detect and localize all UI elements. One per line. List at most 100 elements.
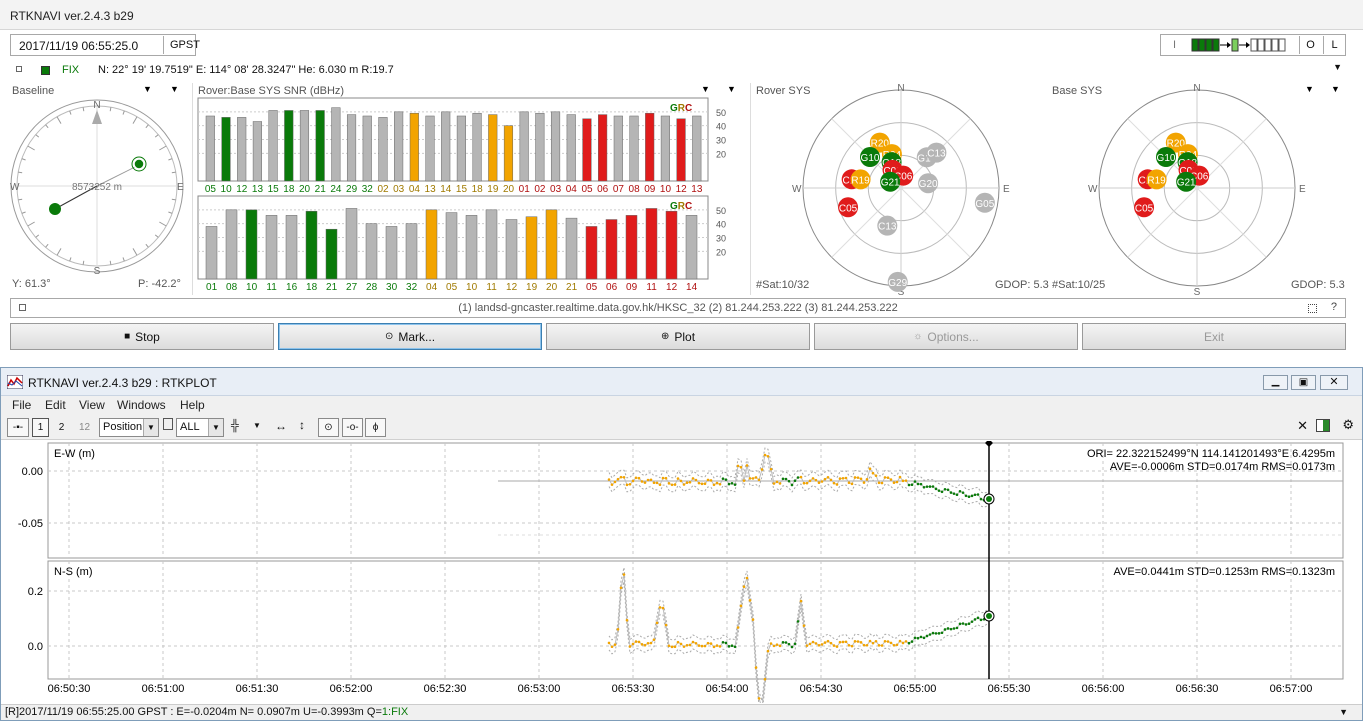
fit-horizontal-icon[interactable]: ↔	[275, 419, 287, 433]
connect-icon[interactable]: -▪-	[7, 418, 29, 437]
snr-rover-panel: 5040302005 10 12 13 15 18 20 21 24 29 32 02 03 04 13 14…	[197, 97, 726, 195]
sky-dir-w: W	[792, 184, 802, 195]
chevron-down-icon[interactable]: ▼	[1339, 705, 1348, 720]
baseline-distance: 8573252 m	[72, 182, 122, 193]
center-origin-icon[interactable]: ⊙	[318, 418, 339, 437]
snr-label: 09	[626, 282, 638, 293]
snr-bar	[676, 118, 686, 182]
plot-icon: ⊕	[660, 331, 670, 342]
status-text: [R]2017/11/19 06:55:25.00 GPST : E=-0.02…	[5, 706, 382, 718]
snr-bar	[378, 117, 388, 182]
input-stream-button[interactable]: I	[1173, 39, 1176, 51]
ns-trace-point	[928, 633, 932, 636]
x-tick: 06:53:00	[518, 683, 561, 695]
snr-tick: 30	[716, 234, 726, 244]
resize-icon[interactable]	[1308, 304, 1317, 313]
help-button[interactable]: ?	[1331, 301, 1337, 313]
ns-trace-point	[874, 639, 878, 643]
snr-bar	[425, 115, 435, 182]
ns-trace-point	[880, 644, 884, 647]
snr-legend-item: C	[685, 201, 692, 212]
frequency-icon[interactable]	[163, 418, 173, 430]
minimize-button[interactable]: ▁	[1263, 375, 1288, 390]
chevron-down-icon[interactable]: ▼	[143, 84, 152, 94]
menu-file[interactable]: File	[12, 398, 31, 412]
close-icon[interactable]: ✕	[1297, 418, 1308, 434]
snr-label: 18	[283, 184, 295, 195]
exit-button[interactable]: Exit	[1082, 323, 1346, 350]
sky-dir-e: E	[1003, 184, 1010, 195]
ns-trace-point	[703, 644, 707, 648]
snr-bar	[488, 114, 498, 182]
crosshair-icon[interactable]: ╬	[231, 420, 239, 432]
satellite-select[interactable]: ALL ▼	[176, 418, 224, 437]
menu-windows[interactable]: Windows	[117, 398, 166, 412]
ew-trace-point	[934, 487, 938, 491]
ew-trace-point	[769, 467, 773, 471]
mark-button[interactable]: ⊙ Mark...	[278, 323, 542, 350]
ns-trace-point	[919, 635, 923, 639]
maximize-button[interactable]: ▣	[1291, 375, 1316, 390]
plot12-button[interactable]: 12	[76, 418, 93, 437]
ns-trace-point	[835, 645, 839, 648]
snr-label: 20	[546, 282, 558, 293]
chevron-down-icon[interactable]: ▼	[727, 84, 736, 94]
snr-label: 04	[566, 184, 578, 195]
fix-center-icon[interactable]: ϕ	[365, 418, 386, 437]
time-system[interactable]: GPST	[163, 36, 200, 54]
ew-trace-point	[607, 478, 611, 481]
menu-view[interactable]: View	[79, 398, 105, 412]
plot-toolbar: -▪- 1 2 12 Position ▼ ALL ▼ ╬ ▼ ↔ ↕ ⊙ -o- …	[1, 414, 1362, 440]
options-button[interactable]: ☼ Options...	[814, 323, 1078, 350]
stop-button[interactable]: ■ Stop	[10, 323, 274, 350]
snr-label: 10	[246, 282, 258, 293]
ew-trace-point	[682, 483, 686, 486]
time-display[interactable]: 2017/11/19 06:55:25.0 GPST	[10, 34, 200, 56]
snr-bar	[237, 117, 247, 182]
ns-trace-point	[856, 640, 860, 643]
ns-trace-point	[967, 622, 971, 626]
close-button[interactable]: ✕	[1320, 375, 1348, 390]
snr-label: 10	[660, 184, 672, 195]
snr-bar	[315, 110, 325, 182]
plot-type-select[interactable]: Position ▼	[99, 418, 159, 437]
ew-trace-point	[862, 481, 866, 484]
menu-edit[interactable]: Edit	[45, 398, 66, 412]
ew-trace-point	[610, 483, 614, 486]
animate-icon[interactable]	[1316, 419, 1330, 432]
plot-button[interactable]: ⊕ Plot	[546, 323, 810, 350]
snr-label: 21	[326, 282, 338, 293]
ew-trace-point	[949, 491, 953, 494]
ns-trace-point	[877, 644, 881, 647]
chevron-down-icon[interactable]: ▼	[701, 84, 710, 94]
plot1-button[interactable]: 1	[32, 418, 49, 437]
output-stream-button[interactable]: O	[1299, 36, 1321, 54]
solution-status: FIX	[62, 64, 80, 76]
chevron-down-icon[interactable]: ▼	[1333, 62, 1342, 72]
ew-trace-point	[940, 490, 944, 494]
snr-bar	[585, 226, 598, 280]
ns-trace-point	[739, 604, 743, 608]
ns-trace-point	[751, 618, 755, 621]
status-bar: [R]2017/11/19 06:55:25.00 GPST : E=-0.02…	[1, 704, 1362, 720]
ns-trace-point	[925, 634, 929, 638]
track-point-icon[interactable]: -o-	[342, 418, 363, 437]
snr-bar	[625, 215, 638, 280]
log-stream-button[interactable]: L	[1323, 36, 1345, 54]
ew-trace-point	[931, 485, 935, 488]
chevron-down-icon[interactable]: ▼	[170, 84, 179, 94]
gear-icon[interactable]: ⚙	[1342, 417, 1354, 433]
plot2-button[interactable]: 2	[53, 418, 70, 437]
solution-option-icon[interactable]	[16, 66, 22, 72]
snr-label: 01	[206, 282, 218, 293]
sky-satellite-label: C13	[927, 149, 946, 160]
snr-label: 24	[330, 184, 342, 195]
chevron-down-icon[interactable]: ▼	[253, 421, 261, 430]
ns-trace-point	[871, 641, 875, 645]
menu-help[interactable]: Help	[180, 398, 205, 412]
snr-bar	[268, 110, 278, 182]
ew-trace-point	[823, 477, 827, 481]
snr-bar	[284, 110, 294, 182]
ew-trace-point	[619, 475, 623, 479]
fit-vertical-icon[interactable]: ↕	[299, 418, 305, 432]
